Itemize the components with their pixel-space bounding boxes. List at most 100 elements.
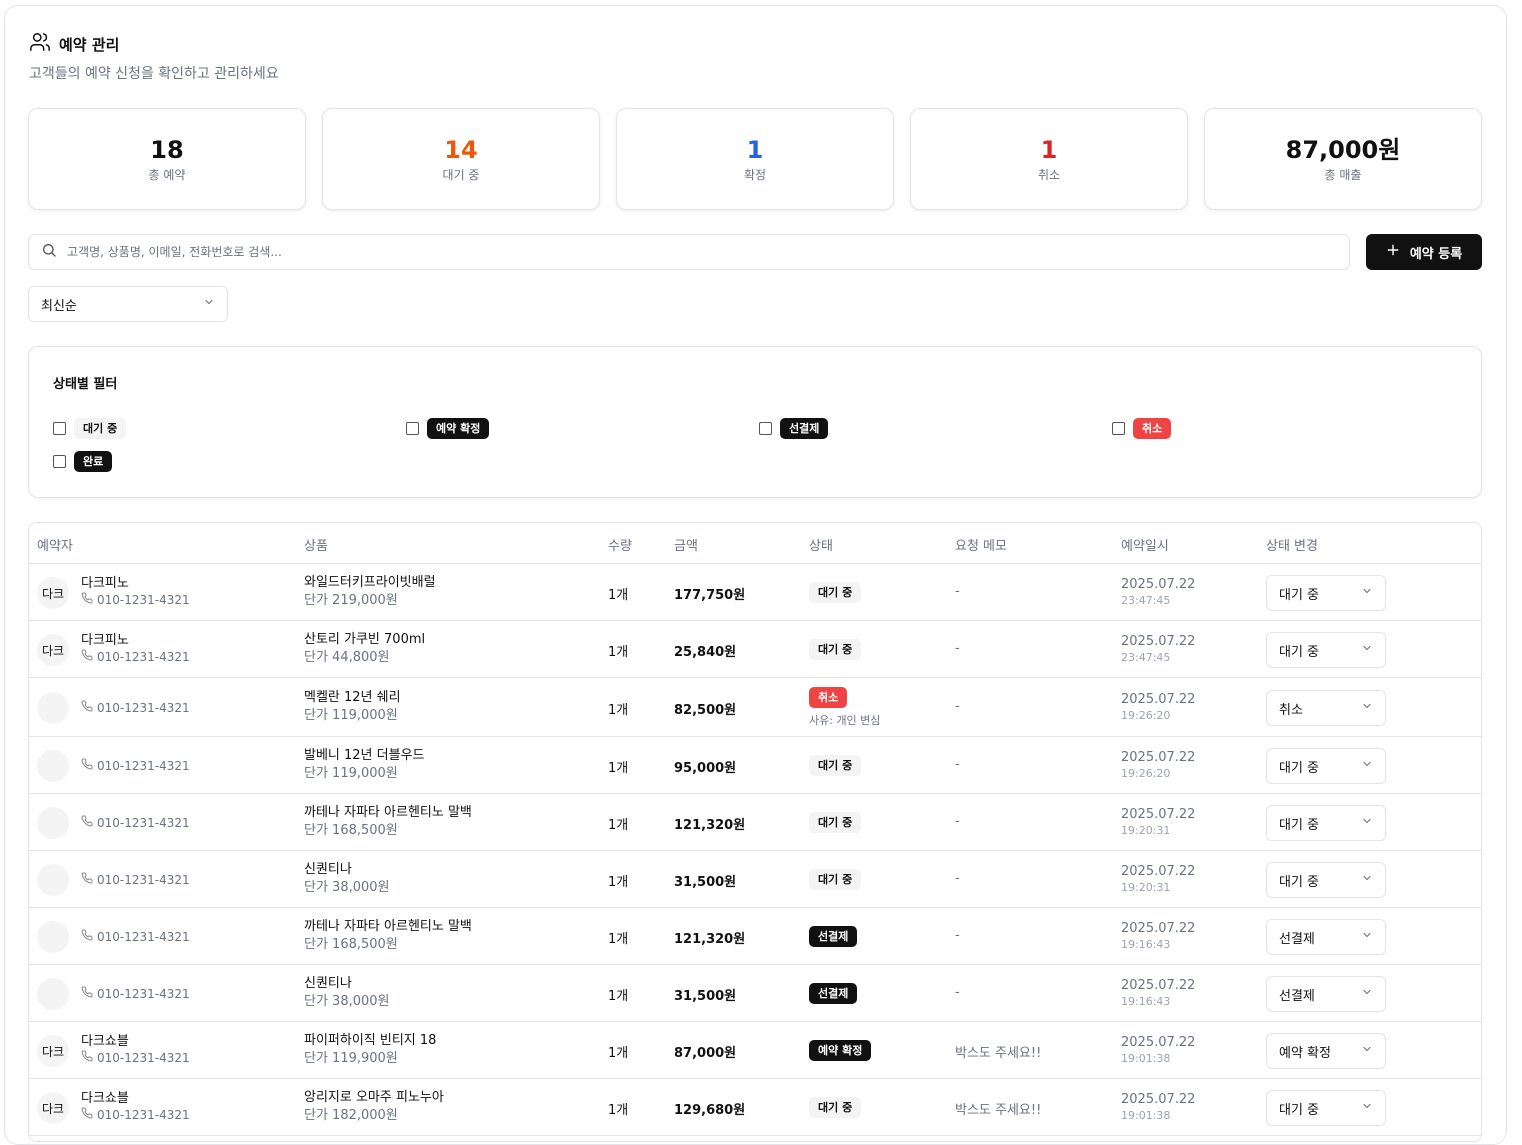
quantity: 1개 — [608, 761, 629, 776]
column-header: 예약자 — [37, 539, 73, 554]
column-header: 상태 — [809, 539, 833, 554]
chevron-down-icon — [203, 296, 215, 312]
status-change-select[interactable]: 대기 중 — [1266, 1090, 1386, 1126]
page-title: 예약 관리 — [59, 35, 120, 54]
status-change-select[interactable]: 선결제 — [1266, 919, 1386, 955]
reservation-time: 19:16:43 — [1121, 995, 1171, 1008]
customer-phone: 010-1231-4321 — [81, 649, 190, 665]
sort-select[interactable]: 최신순 — [28, 286, 228, 322]
reservation-date: 2025.07.22 — [1121, 577, 1196, 592]
quantity: 1개 — [608, 875, 629, 890]
reservation-date: 2025.07.22 — [1121, 978, 1196, 993]
column-header: 예약일시 — [1121, 539, 1169, 554]
chevron-down-icon — [1361, 700, 1373, 716]
quantity: 1개 — [608, 703, 629, 718]
reservation-time: 19:01:38 — [1121, 1052, 1171, 1065]
stat-label: 확정 — [743, 167, 767, 182]
product-unit-price: 단가 219,000원 — [304, 593, 398, 608]
reservation-time: 19:20:31 — [1121, 881, 1171, 894]
amount: 25,840원 — [674, 645, 737, 660]
status-change-select[interactable]: 대기 중 — [1266, 748, 1386, 784]
chevron-down-icon — [1361, 929, 1373, 945]
reservations-table: 예약자 상품 수량 금액 상태 요청 메모 예약일시 상태 변경 다크 다크피노 0… — [28, 522, 1482, 1142]
status-badge: 예약 확정 — [809, 1040, 872, 1061]
product-unit-price: 단가 38,000원 — [304, 994, 390, 1009]
reservation-datetime: 2025.07.22 23:47:45 — [1121, 633, 1195, 665]
product-unit-price: 단가 168,500원 — [304, 823, 398, 838]
filter-checkbox[interactable] — [759, 422, 772, 435]
cancel-reason: 사유: 개인 변심 — [809, 714, 881, 727]
status-change-select[interactable]: 취소 — [1266, 690, 1386, 726]
customer-phone: 010-1231-4321 — [81, 929, 190, 945]
sort-select-value: 최신순 — [41, 298, 77, 314]
customer-cell: 010-1231-4321 — [81, 986, 190, 1002]
add-reservation-button[interactable]: 예약 등록 — [1366, 234, 1482, 270]
product-name: 앙리지로 오마주 피노누아 — [304, 1090, 444, 1105]
column-header: 요청 메모 — [955, 539, 1007, 554]
status-cell: 선결제 — [809, 983, 858, 1004]
phone-icon — [81, 592, 93, 608]
product-name: 발베니 12년 더블우드 — [304, 748, 425, 763]
avatar: 다크 — [37, 1092, 69, 1124]
avatar — [37, 750, 69, 782]
phone-number: 010-1231-4321 — [97, 930, 190, 944]
customer-phone: 010-1231-4321 — [81, 592, 190, 608]
status-change-value: 대기 중 — [1279, 644, 1320, 660]
search-bar — [28, 234, 1350, 270]
reservation-time: 23:47:45 — [1121, 594, 1171, 607]
reservation-time: 23:47:45 — [1121, 651, 1171, 664]
search-icon — [41, 242, 57, 262]
status-change-select[interactable]: 대기 중 — [1266, 862, 1386, 898]
request-memo: - — [955, 985, 960, 1000]
product-cell: 신퀀티나 단가 38,000원 — [304, 975, 390, 1011]
product-name: 까테나 자파타 아르헨티노 말백 — [304, 805, 472, 820]
status-cell: 대기 중 — [809, 869, 862, 890]
status-change-value: 대기 중 — [1279, 874, 1320, 890]
customer-phone: 010-1231-4321 — [81, 986, 190, 1002]
product-cell: 파이퍼하이직 빈티지 18 단가 119,900원 — [304, 1032, 436, 1068]
reservation-time: 19:26:20 — [1121, 767, 1171, 780]
search-input[interactable] — [67, 245, 1267, 259]
phone-number: 010-1231-4321 — [97, 816, 190, 830]
status-cell: 대기 중 — [809, 812, 862, 833]
status-change-select[interactable]: 예약 확정 — [1266, 1033, 1386, 1069]
filter-badge: 예약 확정 — [427, 418, 490, 439]
avatar — [37, 692, 69, 724]
reservation-datetime: 2025.07.22 19:20:31 — [1121, 806, 1195, 838]
table-row: 010-1231-4321 발베니 12년 더블우드 단가 119,000원 1개 95… — [29, 737, 1481, 794]
stat-label: 취소 — [1037, 167, 1061, 182]
status-change-value: 선결제 — [1279, 988, 1315, 1004]
stat-label: 대기 중 — [442, 167, 480, 182]
column-header: 상태 변경 — [1266, 539, 1318, 554]
product-name: 산토리 가쿠빈 700ml — [304, 632, 426, 647]
quantity: 1개 — [608, 588, 629, 603]
status-change-select[interactable]: 선결제 — [1266, 976, 1386, 1012]
page-header: 예약 관리 — [29, 31, 119, 57]
table-row: 010-1231-4321 멕켈란 12년 쉐리 단가 119,000원 1개 82,5… — [29, 678, 1481, 737]
status-filter-title: 상태별 필터 — [53, 377, 118, 392]
reservation-time: 19:20:31 — [1121, 824, 1171, 837]
status-change-value: 대기 중 — [1279, 1102, 1320, 1118]
chevron-down-icon — [1361, 815, 1373, 831]
status-change-value: 대기 중 — [1279, 817, 1320, 833]
product-name: 와일드터키프라이빗배럴 — [304, 575, 436, 590]
stat-card-cancelled: 1 취소 — [910, 108, 1188, 210]
status-change-select[interactable]: 대기 중 — [1266, 632, 1386, 668]
product-unit-price: 단가 168,500원 — [304, 937, 398, 952]
customer-phone: 010-1231-4321 — [81, 815, 190, 831]
product-unit-price: 단가 44,800원 — [304, 650, 390, 665]
status-cell: 취소 사유: 개인 변심 — [809, 687, 880, 728]
filter-option-confirmed: 예약 확정 — [406, 418, 490, 439]
chevron-down-icon — [1361, 986, 1373, 1002]
filter-checkbox[interactable] — [1112, 422, 1125, 435]
status-change-select[interactable]: 대기 중 — [1266, 805, 1386, 841]
status-change-value: 선결제 — [1279, 931, 1315, 947]
customer-cell: 다크피노 010-1231-4321 — [81, 576, 190, 608]
table-row: 다크 다크피노 010-1231-4321 산토리 가쿠빈 700ml 단가 44,80… — [29, 621, 1481, 678]
column-header: 금액 — [674, 539, 698, 554]
filter-checkbox[interactable] — [53, 455, 66, 468]
filter-checkbox[interactable] — [53, 422, 66, 435]
chevron-down-icon — [1361, 585, 1373, 601]
filter-checkbox[interactable] — [406, 422, 419, 435]
status-change-select[interactable]: 대기 중 — [1266, 575, 1386, 611]
